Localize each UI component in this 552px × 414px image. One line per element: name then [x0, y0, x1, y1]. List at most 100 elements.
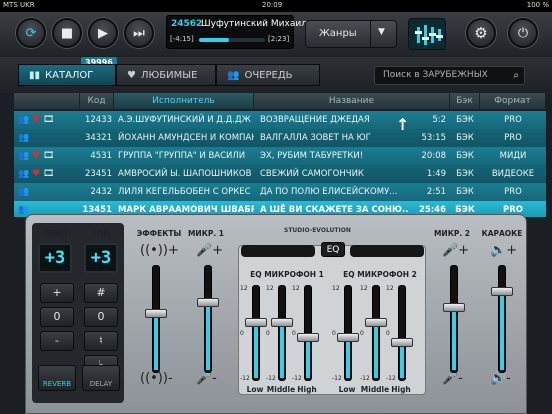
stop-icon: ■: [60, 25, 74, 41]
slider-fill: [280, 322, 284, 378]
reverb-label: REVERB: [42, 380, 72, 388]
power-button[interactable]: ⏻: [508, 18, 538, 48]
equalizer-button[interactable]: [408, 18, 446, 50]
eq1-mid-slider-knob[interactable]: [271, 318, 293, 328]
mic2-slider-track[interactable]: [450, 265, 458, 373]
row-icons: 👥: [18, 183, 78, 201]
power-icon: ⏻: [517, 25, 529, 41]
eq-tick-label: 0: [292, 330, 296, 337]
search-placeholder: Поиск в ЗАРУБЕЖНЫХ: [383, 70, 488, 80]
tempo-zero-button[interactable]: 0: [40, 307, 74, 327]
genre-label: Жанры: [319, 28, 357, 39]
cell-time: 1:49: [426, 169, 446, 179]
effects-plus-icon: ((•))+: [140, 243, 179, 258]
slider-fill: [254, 322, 258, 378]
heart-icon[interactable]: ♥: [32, 151, 43, 161]
table-row[interactable]: 👥 ♥ 🎞 4531 ГРУППА "ГРУППА" И ВАСИЛИ ЭХ, РУБ…: [14, 147, 546, 165]
eq-tick-label: 12: [292, 285, 300, 292]
eq-toggle-button[interactable]: EQ: [321, 242, 345, 257]
eq-tick-label: -12: [266, 375, 276, 382]
eq1-low-slider-knob[interactable]: [245, 318, 267, 328]
tempo-label: ТЕМП: [43, 229, 67, 238]
users-icon[interactable]: 👥: [18, 169, 32, 179]
tone-zero-button[interactable]: 0: [84, 307, 118, 327]
cell-artist: АМВРОСИЙ Ы. ШАПОШНИКОВ: [118, 169, 252, 179]
next-button[interactable]: ⏭: [124, 18, 154, 48]
progress-bar[interactable]: [199, 38, 265, 42]
mixer-panel: ТЕМП ТОН +3 +3 + # 0 0 - ♮ ♭ REVERB DELA…: [25, 214, 527, 414]
tone-sharp-button[interactable]: #: [84, 283, 118, 303]
mic1-plus-icon: 🎤+: [196, 243, 224, 258]
table-row[interactable]: 👥 ♥ 🎞 23451 АМВРОСИЙ Ы. ШАПОШНИКОВ СВЕЖИЙ С…: [14, 165, 546, 183]
users-icon[interactable]: 👥: [18, 187, 29, 197]
search-input[interactable]: Поиск в ЗАРУБЕЖНЫХ ⌕: [374, 66, 525, 85]
stop-button[interactable]: ■: [52, 18, 82, 48]
tempo-minus-button[interactable]: -: [40, 331, 74, 351]
delay-label: DELAY: [89, 380, 113, 388]
film-icon[interactable]: 🎞: [43, 115, 54, 125]
eq1-mid-slider-track[interactable]: [278, 285, 286, 381]
users-icon[interactable]: 👥: [18, 151, 32, 161]
settings-button[interactable]: ⚙: [466, 18, 496, 48]
header-format[interactable]: Формат: [480, 93, 546, 109]
eq-screen-right: [350, 245, 424, 257]
eq-tick-label: -12: [240, 375, 250, 382]
cell-time: 5:2: [432, 115, 446, 125]
header-code[interactable]: Код: [80, 93, 114, 109]
tone-natural-button[interactable]: ♮: [84, 331, 118, 351]
effects-slider-track[interactable]: [152, 265, 160, 373]
eq2-mid-slider-knob[interactable]: [365, 318, 387, 328]
heart-icon[interactable]: ♥: [32, 169, 43, 179]
karaoke-slider-knob[interactable]: [491, 287, 513, 296]
table-row[interactable]: 👥 34321 ЙОХАНН АМУНДСЕН И КОМПАН ВАЛГАЛЛА …: [14, 129, 546, 147]
effects-slider-knob[interactable]: [145, 308, 167, 318]
delay-button[interactable]: DELAY: [82, 365, 120, 391]
header-artist[interactable]: Исполнитель: [114, 93, 254, 109]
slider-fill: [154, 312, 158, 370]
row-icons: 👥 ♥ 🎞: [18, 147, 78, 165]
eq2-mid-slider-track[interactable]: [372, 285, 380, 381]
eq1-label: EQ МИКРОФОН 1: [250, 270, 324, 279]
scroll-up-arrow-icon[interactable]: ↑: [396, 115, 409, 134]
heart-icon[interactable]: ♥: [32, 115, 43, 125]
eq1-high-slider-knob[interactable]: [297, 332, 319, 342]
eq-tick-label: 0: [266, 330, 270, 337]
tab-catalog[interactable]: ▮▮ КАТАЛОГ: [18, 64, 116, 86]
eq1-low-slider-track[interactable]: [252, 285, 260, 381]
genre-dropdown[interactable]: Жанры ▼: [305, 20, 397, 48]
tempo-plus-button[interactable]: +: [40, 283, 74, 303]
progress-fill: [199, 38, 229, 42]
eq2-high-slider-track[interactable]: [398, 285, 406, 381]
tab-queue-label: ОЧЕРЕДЬ: [244, 69, 293, 81]
eq-tick-label: 12: [360, 285, 368, 292]
slider-fill: [400, 341, 404, 378]
film-icon[interactable]: 🎞: [43, 169, 54, 179]
cell-title: ЭХ, РУБИМ ТАБУРЕТКИ!: [260, 151, 364, 161]
eq2-low-slider-knob[interactable]: [337, 332, 359, 342]
table-row[interactable]: 👥 2432 ЛИЛЯ КЕГЕЛЬБОБЕН С ОРКЕС ДА ПО ПОЛЮ…: [14, 183, 546, 201]
repeat-button[interactable]: ⟳: [16, 18, 46, 48]
users-icon[interactable]: 👥: [18, 115, 32, 125]
mic2-slider-knob[interactable]: [443, 303, 465, 313]
mic1-slider-track[interactable]: [204, 265, 212, 373]
cell-code: 4531: [90, 151, 112, 161]
eq-tick-label: 12: [332, 285, 340, 292]
cell-title: ВОЗВРАЩЕНИЕ ДЖЕДАЯ: [260, 115, 370, 125]
eq2-high-slider-knob[interactable]: [391, 337, 413, 347]
header-back[interactable]: Бэк: [450, 93, 480, 109]
header-title[interactable]: Название: [254, 93, 450, 109]
users-icon[interactable]: 👥: [18, 205, 29, 215]
mic1-minus-icon: 🎤-: [196, 371, 217, 386]
mic1-slider-knob[interactable]: [197, 297, 219, 307]
reverb-button[interactable]: REVERB: [38, 365, 76, 391]
karaoke-slider-track[interactable]: [498, 265, 506, 373]
tab-favorites[interactable]: ♥ ЛЮБИМЫЕ: [116, 64, 216, 86]
eq-tick-label: 0: [386, 330, 390, 337]
eq-tick-label: -12: [292, 375, 302, 382]
film-icon[interactable]: 🎞: [43, 151, 54, 161]
tab-queue[interactable]: 👥 ОЧЕРЕДЬ: [216, 64, 320, 86]
table-row[interactable]: 👥 ♥ 🎞 12433 А.Э.ШУФУТИНСКИЙ И Д.Д.ДЖ ВОЗВРА…: [14, 111, 546, 129]
users-icon[interactable]: 👥: [18, 133, 29, 143]
play-button[interactable]: ▶: [88, 18, 118, 48]
equalizer-icon: [415, 25, 443, 45]
